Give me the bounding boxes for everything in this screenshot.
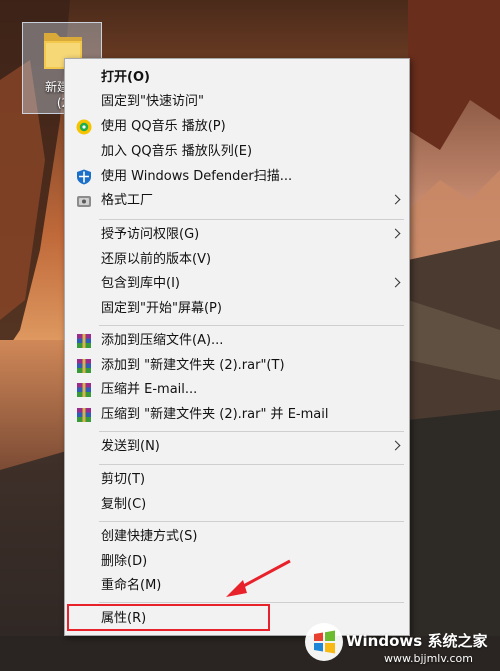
watermark-url: www.bjjmlv.com	[384, 652, 473, 665]
watermark-brand: Windows 系统之家	[346, 632, 488, 650]
windows-logo-icon	[304, 622, 344, 666]
watermark: Windows 系统之家 www.bjjmlv.com	[298, 618, 500, 671]
annotation-arrow	[226, 559, 291, 597]
